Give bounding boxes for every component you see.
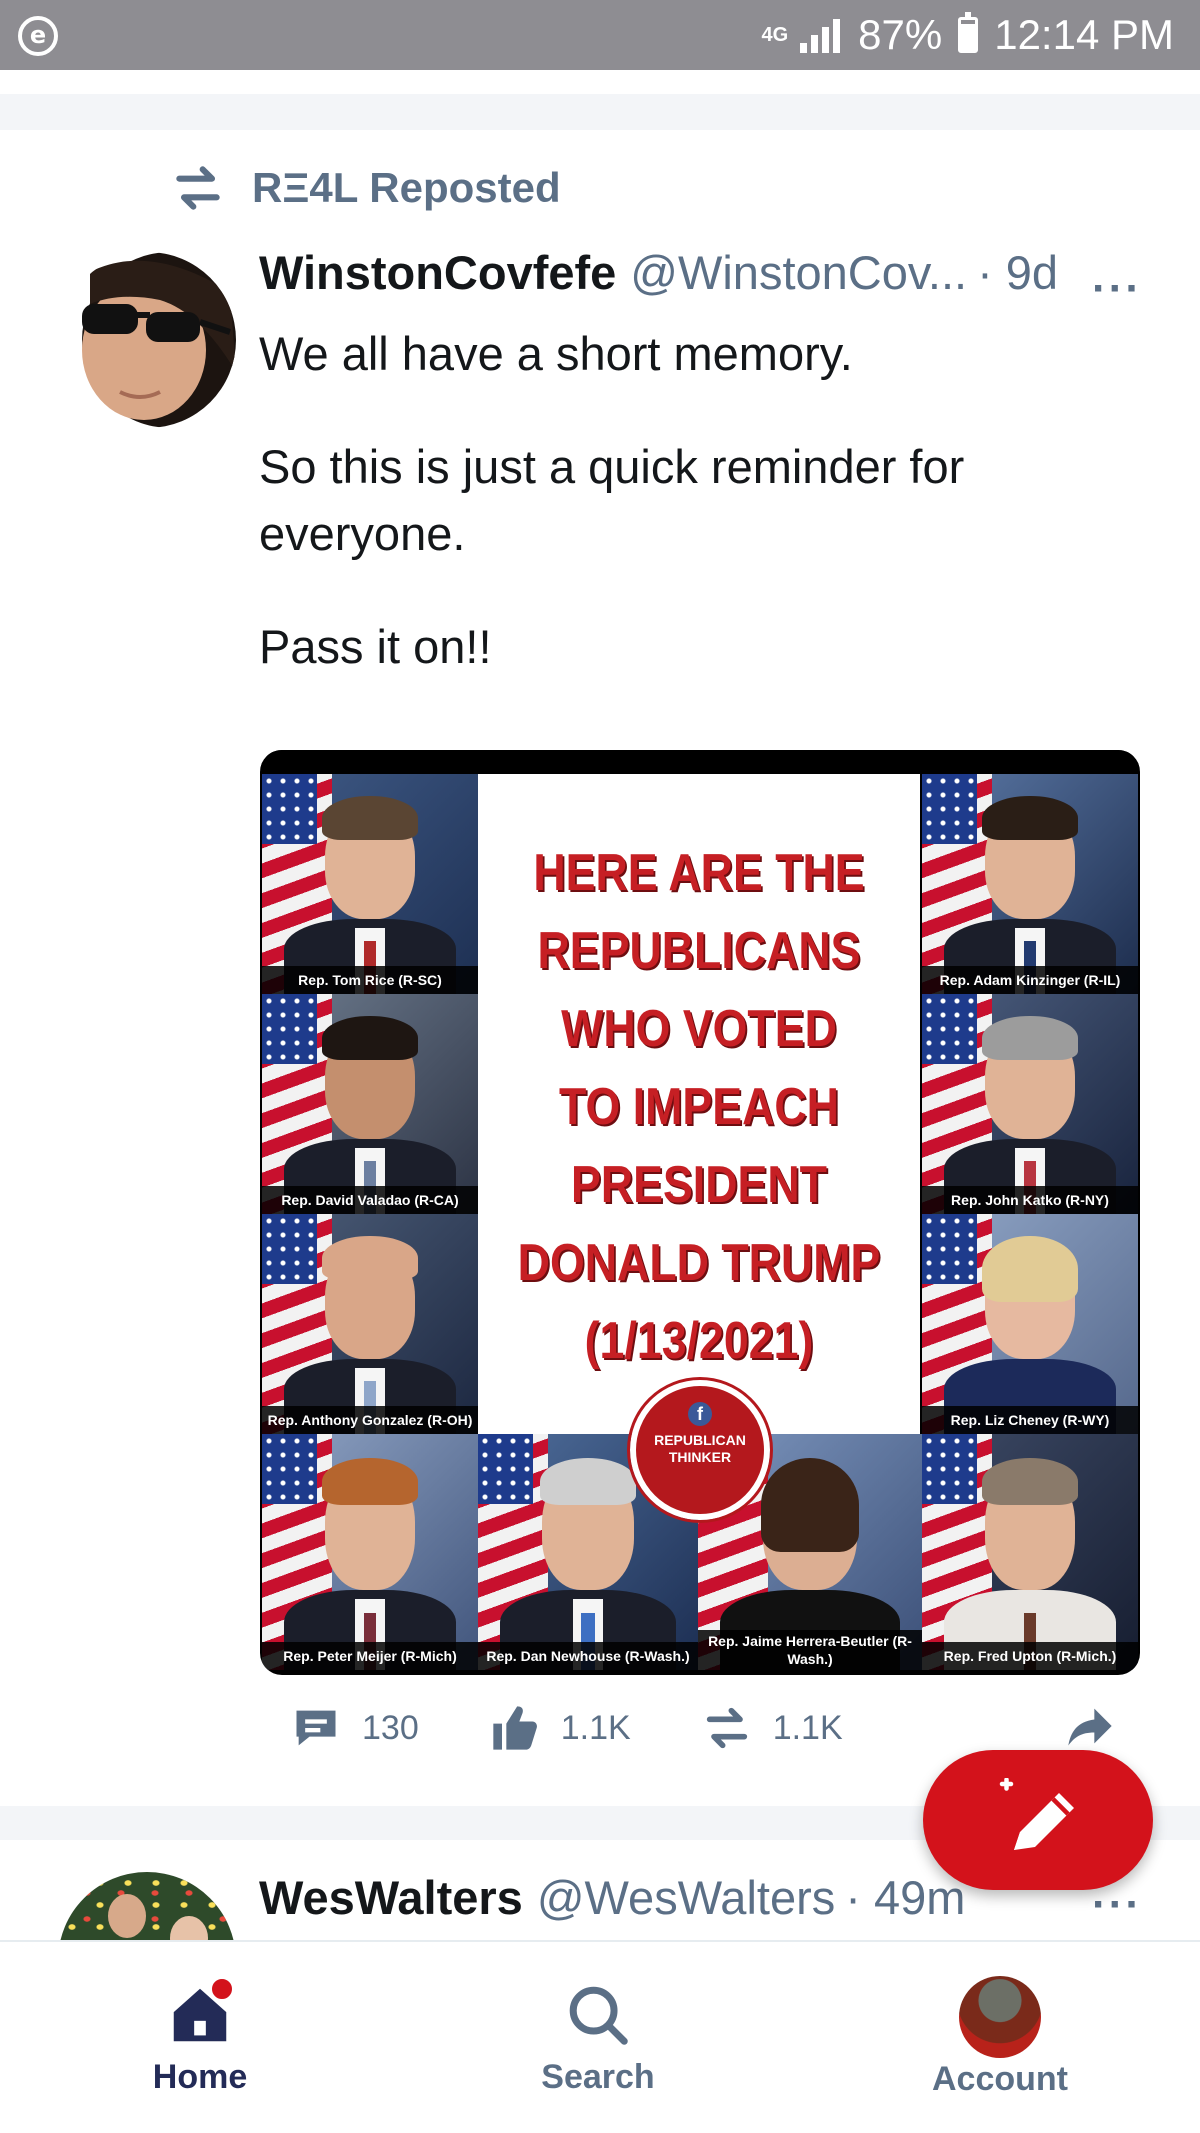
- post-header: WinstonCovfefe @WinstonCov... · 9d: [259, 245, 1159, 305]
- nav-search[interactable]: Search: [488, 1980, 708, 2097]
- status-right: 4G 87% 12:14 PM: [761, 0, 1174, 70]
- search-icon: [563, 1980, 633, 2050]
- thumbs-up-icon: [493, 1706, 537, 1750]
- bottom-navigation: Home Search Account: [0, 1940, 1200, 2133]
- author-handle[interactable]: @WinstonCov...: [630, 245, 967, 300]
- battery-percent: 87%: [858, 11, 943, 58]
- post-text: We all have a short memory. So this is j…: [259, 320, 1159, 726]
- nav-home-label: Home: [152, 2058, 248, 2096]
- post-paragraph: So this is just a quick reminder for eve…: [259, 440, 965, 560]
- photo-upton: Rep. Fred Upton (R-Mich.): [922, 1434, 1138, 1670]
- photo-caption: Rep. Adam Kinzinger (R-IL): [922, 966, 1138, 994]
- home-icon: [165, 1976, 235, 2050]
- photo-kinzinger: Rep. Adam Kinzinger (R-IL): [922, 774, 1138, 994]
- more-options-button[interactable]: ···: [1092, 264, 1142, 314]
- photo-caption: Rep. Tom Rice (R-SC): [262, 966, 478, 994]
- compose-pencil-icon: [999, 1778, 1074, 1850]
- compose-button[interactable]: [923, 1750, 1153, 1890]
- nav-account[interactable]: Account: [890, 1976, 1110, 2099]
- post-time: · 49m: [845, 1871, 966, 1924]
- feed-separator: [0, 94, 1200, 130]
- account-avatar: [959, 1976, 1041, 2058]
- author-name[interactable]: WesWalters: [259, 1870, 523, 1925]
- photo-caption: Rep. Liz Cheney (R-WY): [922, 1406, 1138, 1434]
- photo-rice: Rep. Tom Rice (R-SC): [262, 774, 478, 994]
- like-count: 1.1K: [560, 1708, 631, 1747]
- repost-label: RΞ4L Reposted: [252, 164, 561, 211]
- post-paragraph: We all have a short memory.: [259, 327, 853, 380]
- post-time: · 9d: [977, 246, 1059, 299]
- feed-post[interactable]: RΞ4L Reposted WinstonCovfefe @WinstonCov…: [0, 130, 1200, 1806]
- like-button[interactable]: 1.1K: [489, 1702, 631, 1754]
- comment-icon: [296, 1710, 336, 1746]
- nav-account-label: Account: [932, 2060, 1068, 2098]
- repost-icon: [706, 1707, 747, 1749]
- network-type: 4G: [761, 24, 789, 46]
- nav-home[interactable]: Home: [90, 1976, 310, 2097]
- author-name[interactable]: WinstonCovfefe: [259, 245, 616, 300]
- photo-katko: Rep. John Katko (R-NY): [922, 994, 1138, 1214]
- reply-button[interactable]: 130: [290, 1702, 419, 1754]
- post-header: WesWalters @WesWalters · 49m: [259, 1870, 965, 1925]
- photo-cheney: Rep. Liz Cheney (R-WY): [922, 1214, 1138, 1434]
- image-headline: HERE ARE THE REPUBLICANS WHO VOTED TO IM…: [517, 844, 881, 1370]
- facebook-icon: f: [688, 1402, 712, 1426]
- repost-count: 1.1K: [772, 1708, 843, 1747]
- republican-thinker-logo: f REPUBLICAN THINKER: [627, 1377, 773, 1523]
- nav-search-label: Search: [541, 2058, 655, 2096]
- battery-icon: [958, 12, 979, 53]
- photo-caption: Rep. David Valadao (R-CA): [262, 1186, 478, 1214]
- photo-caption: Rep. Anthony Gonzalez (R-OH): [262, 1406, 478, 1434]
- photo-valadao: Rep. David Valadao (R-CA): [262, 994, 478, 1214]
- author-handle[interactable]: @WesWalters: [537, 1870, 835, 1925]
- author-avatar[interactable]: [58, 1872, 236, 1940]
- notification-badge: [209, 1976, 235, 2002]
- status-bar: e 4G 87% 12:14 PM: [0, 0, 1200, 70]
- app-notification-icon: e: [18, 16, 58, 56]
- repost-button[interactable]: 1.1K: [701, 1702, 843, 1754]
- signal-icon: [800, 17, 841, 53]
- photo-gonzalez: Rep. Anthony Gonzalez (R-OH): [262, 1214, 478, 1434]
- author-avatar[interactable]: [60, 252, 236, 428]
- photo-caption: Rep. Fred Upton (R-Mich.): [922, 1642, 1138, 1670]
- clock: 12:14 PM: [994, 11, 1174, 58]
- photo-caption: Rep. John Katko (R-NY): [922, 1186, 1138, 1214]
- photo-caption: Rep. Jaime Herrera-Beutler (R-Wash.): [698, 1630, 922, 1670]
- share-icon[interactable]: [1064, 1700, 1116, 1752]
- post-image[interactable]: Rep. Tom Rice (R-SC) Rep. David Valadao …: [260, 750, 1140, 1675]
- post-paragraph: Pass it on!!: [259, 620, 492, 673]
- post-actions: 130 1.1K 1.1K: [290, 1698, 913, 1758]
- repost-indicator: RΞ4L Reposted: [170, 160, 561, 216]
- photo-caption: Rep. Dan Newhouse (R-Wash.): [478, 1642, 698, 1670]
- repost-icon: [176, 166, 220, 210]
- headline-panel: HERE ARE THE REPUBLICANS WHO VOTED TO IM…: [478, 774, 920, 1434]
- reply-count: 130: [362, 1708, 419, 1747]
- photo-meijer: Rep. Peter Meijer (R-Mich): [262, 1434, 478, 1670]
- photo-caption: Rep. Peter Meijer (R-Mich): [262, 1642, 478, 1670]
